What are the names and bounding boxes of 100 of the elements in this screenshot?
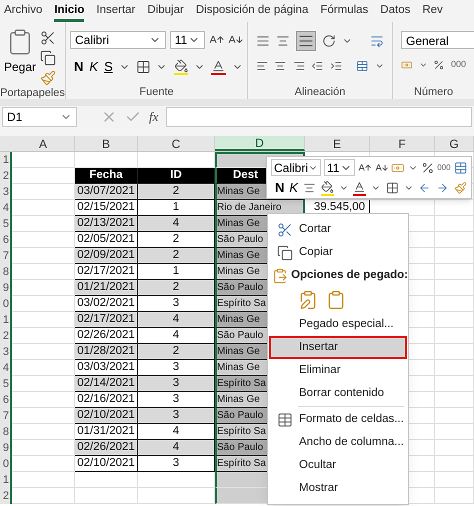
column-header[interactable]: G xyxy=(435,136,474,151)
thousands-button[interactable]: 000 xyxy=(450,58,466,72)
table-cell: 2 xyxy=(138,184,215,200)
table-cell: 4 xyxy=(138,312,215,328)
table-cell xyxy=(435,360,474,376)
table-cell xyxy=(12,376,75,392)
paste-option-icon[interactable] xyxy=(298,290,318,310)
column-header[interactable]: D xyxy=(215,136,305,151)
table-cell xyxy=(435,424,474,440)
row-header[interactable]: 9 xyxy=(0,440,12,456)
table-cell: 4 xyxy=(138,424,215,440)
table-cell: 02/13/2021 xyxy=(75,216,138,232)
table-cell: 4 xyxy=(138,328,215,344)
row-header[interactable]: 2 xyxy=(0,488,12,504)
scissors-icon[interactable] xyxy=(40,30,56,46)
ribbon-tab[interactable]: Datos xyxy=(380,2,410,22)
row-header[interactable]: 2 xyxy=(0,168,12,184)
table-cell xyxy=(435,328,474,344)
table-cell: 2 xyxy=(138,344,215,360)
table-cell xyxy=(435,216,474,232)
row-header[interactable]: 0 xyxy=(0,456,12,472)
row-header[interactable]: 5 xyxy=(0,216,12,232)
paste-option-icon[interactable] xyxy=(326,290,346,310)
font-color-icon[interactable] xyxy=(211,58,226,75)
row-header[interactable]: 8 xyxy=(0,264,12,280)
paste-button[interactable]: Pegar xyxy=(4,26,36,86)
formula-input[interactable] xyxy=(166,107,472,127)
column-header[interactable]: E xyxy=(305,136,370,151)
ribbon-tab[interactable]: Fórmulas xyxy=(320,2,368,22)
clipboard-icon xyxy=(272,268,288,284)
menu-item[interactable]: Insertar xyxy=(269,336,407,359)
borders-icon[interactable] xyxy=(136,58,150,75)
font-dropdown[interactable]: Calibri xyxy=(271,159,321,176)
paint-bucket-icon[interactable] xyxy=(320,180,334,196)
underline-button[interactable]: S xyxy=(104,57,113,76)
font-size-dropdown[interactable]: 11 xyxy=(170,31,205,49)
bold-button[interactable]: N xyxy=(74,57,84,76)
table-header-cell: Fecha xyxy=(75,168,138,184)
copy-icon[interactable] xyxy=(40,50,56,66)
row-header[interactable]: 5 xyxy=(0,376,12,392)
table-cell xyxy=(435,344,474,360)
font-size-dropdown[interactable]: 11 xyxy=(324,159,356,176)
number-format-dropdown[interactable]: General xyxy=(401,31,474,49)
row-header[interactable]: 6 xyxy=(0,392,12,408)
ribbon-tab[interactable]: Disposición de página xyxy=(196,2,308,22)
table-cell: 02/05/2021 xyxy=(75,232,138,248)
font-dropdown[interactable]: Calibri xyxy=(70,31,166,49)
merge-cells-icon[interactable] xyxy=(454,160,468,176)
italic-button[interactable]: K xyxy=(89,57,98,76)
table-cell xyxy=(12,440,75,456)
row-header[interactable]: 6 xyxy=(0,232,12,248)
table-cell xyxy=(435,280,474,296)
ribbon-tab[interactable]: Rev xyxy=(422,2,443,22)
ribbon-tab[interactable]: Dibujar xyxy=(147,2,184,22)
table-cell xyxy=(12,200,75,216)
row-header[interactable]: 4 xyxy=(0,360,12,376)
row-header[interactable]: 2 xyxy=(0,328,12,344)
row-header[interactable]: 7 xyxy=(0,248,12,264)
table-cell xyxy=(435,296,474,312)
font-color-icon[interactable] xyxy=(353,180,366,196)
table-cell xyxy=(12,424,75,440)
ribbon-tab[interactable]: Insertar xyxy=(96,2,136,22)
table-cell: 02/26/2021 xyxy=(75,328,138,344)
menu-item[interactable]: Mostrar xyxy=(269,477,407,500)
paintbrush-icon[interactable] xyxy=(454,180,467,196)
column-header[interactable]: A xyxy=(12,136,75,151)
row-header[interactable]: 8 xyxy=(0,424,12,440)
row-header[interactable]: 0 xyxy=(0,296,12,312)
table-cell xyxy=(12,456,75,472)
table-cell: 02/17/2021 xyxy=(75,264,138,280)
row-header[interactable]: 9 xyxy=(0,280,12,296)
paint-bucket-icon[interactable] xyxy=(174,58,188,75)
table-cell xyxy=(435,248,474,264)
align-bottom-icon[interactable] xyxy=(296,31,316,51)
table-cell xyxy=(435,312,474,328)
merge-cells-icon[interactable] xyxy=(356,58,369,74)
table-cell xyxy=(12,296,75,312)
row-header[interactable]: 1 xyxy=(0,152,12,168)
table-cell xyxy=(12,248,75,264)
table-cell: 02/17/2021 xyxy=(75,312,138,328)
table-cell: 3 xyxy=(138,392,215,408)
column-header[interactable]: B xyxy=(75,136,138,151)
orientation-icon[interactable] xyxy=(322,33,336,49)
row-header[interactable]: 1 xyxy=(0,472,12,488)
row-header[interactable]: 7 xyxy=(0,408,12,424)
ribbon-tab[interactable]: Archivo xyxy=(4,2,42,22)
row-header[interactable]: 1 xyxy=(0,312,12,328)
table-cell xyxy=(12,232,75,248)
table-cell: 02/14/2021 xyxy=(75,376,138,392)
table-cell xyxy=(435,392,474,408)
table-cell: 03/03/2021 xyxy=(75,360,138,376)
table-cell xyxy=(435,440,474,456)
row-header[interactable]: 3 xyxy=(0,344,12,360)
row-header[interactable]: 3 xyxy=(0,184,12,200)
insert-function-button[interactable]: fx xyxy=(149,107,158,127)
thousands-button[interactable]: 000 xyxy=(437,162,451,174)
row-header[interactable]: 4 xyxy=(0,200,12,216)
table-icon xyxy=(277,412,293,428)
name-box[interactable]: D1 xyxy=(2,107,77,127)
column-header[interactable]: F xyxy=(370,136,435,151)
